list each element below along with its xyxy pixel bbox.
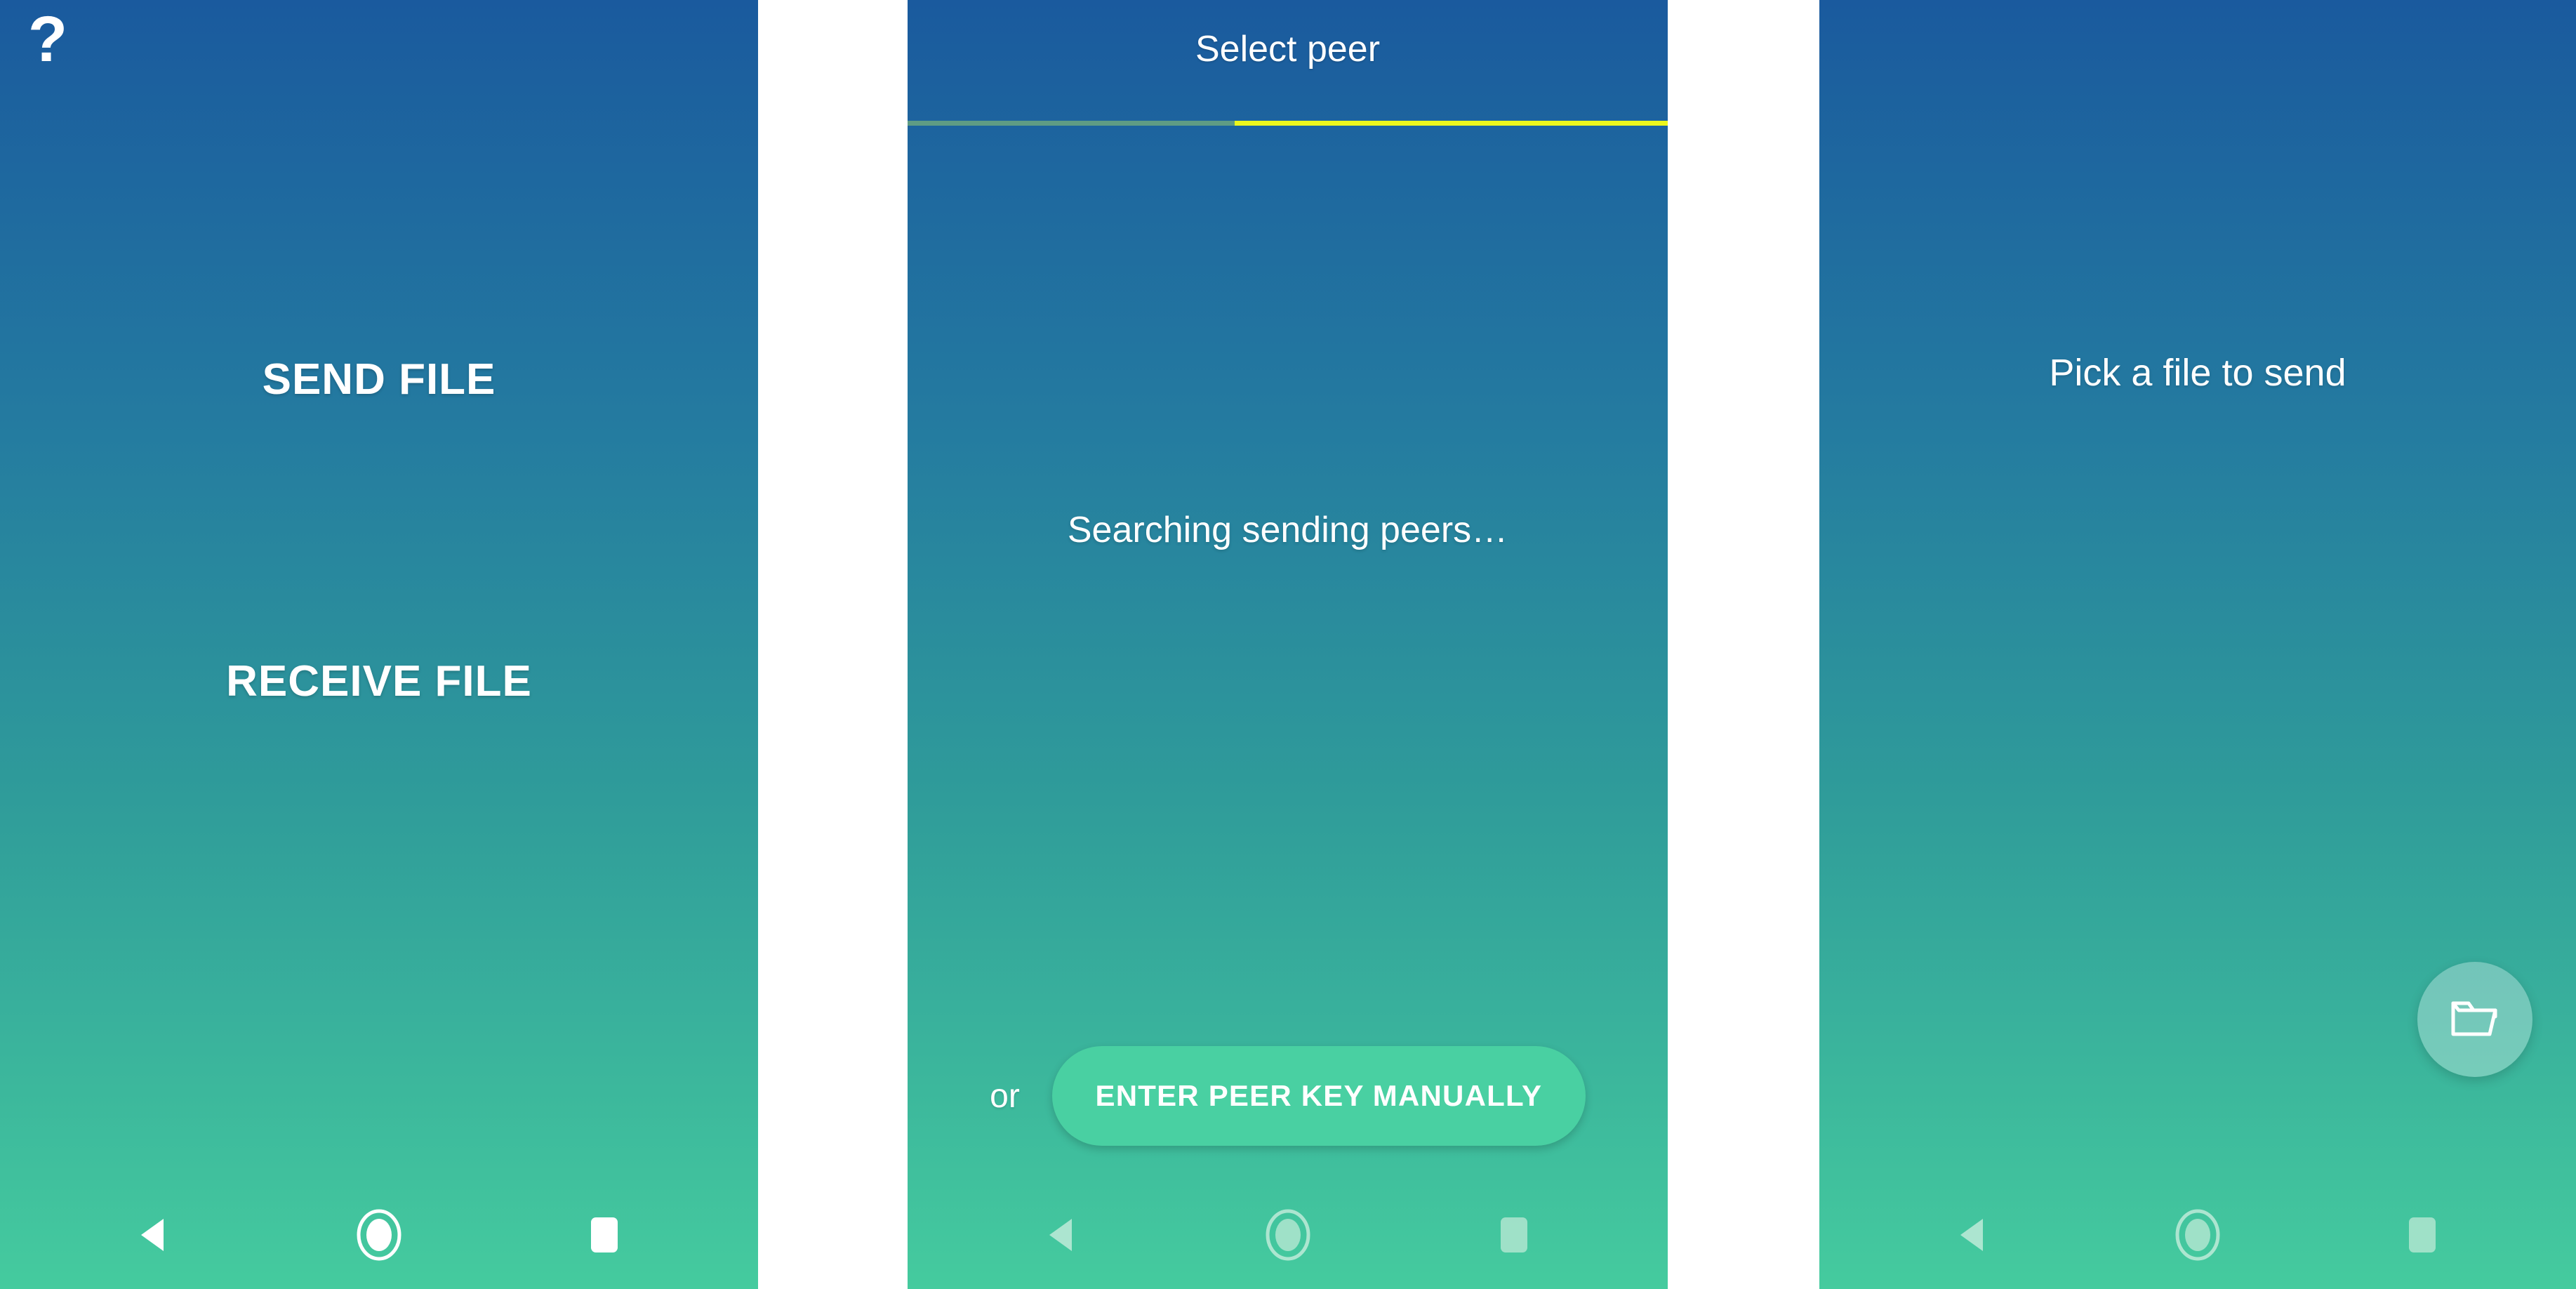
home-circle-icon — [354, 1207, 404, 1267]
folder-icon — [2448, 995, 2502, 1044]
manual-entry-row: or ENTER PEER KEY MANUALLY — [908, 1043, 1668, 1149]
nav-recents-button[interactable] — [2369, 1184, 2474, 1289]
nav-recents-button[interactable] — [1461, 1184, 1566, 1289]
back-triangle-icon — [1041, 1213, 1084, 1260]
recents-square-icon — [584, 1213, 623, 1260]
phone-screen-main-menu: ? SEND FILE RECEIVE FILE — [0, 0, 758, 1289]
home-circle-icon — [1263, 1207, 1313, 1267]
nav-home-button[interactable] — [326, 1184, 432, 1289]
phone-screen-pick-file: Pick a file to send — [1819, 0, 2576, 1289]
progress-indicator — [1234, 121, 1668, 126]
page-title: Pick a file to send — [2049, 352, 2346, 394]
receive-file-button[interactable]: RECEIVE FILE — [0, 656, 758, 706]
recents-square-icon — [1494, 1213, 1533, 1260]
help-icon[interactable]: ? — [20, 6, 76, 73]
android-navigation-bar — [908, 1184, 1668, 1289]
send-file-button[interactable]: SEND FILE — [0, 355, 758, 404]
back-triangle-icon — [133, 1213, 176, 1260]
back-triangle-icon — [1952, 1213, 1996, 1260]
nav-back-button[interactable] — [1010, 1184, 1115, 1289]
nav-back-button[interactable] — [102, 1184, 207, 1289]
nav-home-button[interactable] — [1235, 1184, 1341, 1289]
or-label: or — [990, 1077, 1020, 1115]
screenshot-root: ? SEND FILE RECEIVE FILE Select peer Sea… — [0, 0, 2576, 1289]
page-title: Select peer — [1195, 29, 1381, 70]
pick-file-fab-button[interactable] — [2417, 962, 2532, 1077]
recents-square-icon — [2402, 1213, 2441, 1260]
app-bar: Select peer — [908, 0, 1668, 123]
nav-recents-button[interactable] — [551, 1184, 656, 1289]
phone-screen-select-peer: Select peer Searching sending peers… or … — [908, 0, 1668, 1289]
home-circle-icon — [2173, 1207, 2222, 1267]
searching-status-text: Searching sending peers… — [1067, 510, 1508, 550]
android-navigation-bar — [0, 1184, 758, 1289]
indeterminate-progress-bar — [908, 121, 1668, 126]
nav-home-button[interactable] — [2145, 1184, 2250, 1289]
nav-back-button[interactable] — [1921, 1184, 2026, 1289]
android-navigation-bar — [1819, 1184, 2576, 1289]
enter-peer-key-manually-button[interactable]: ENTER PEER KEY MANUALLY — [1051, 1046, 1586, 1146]
